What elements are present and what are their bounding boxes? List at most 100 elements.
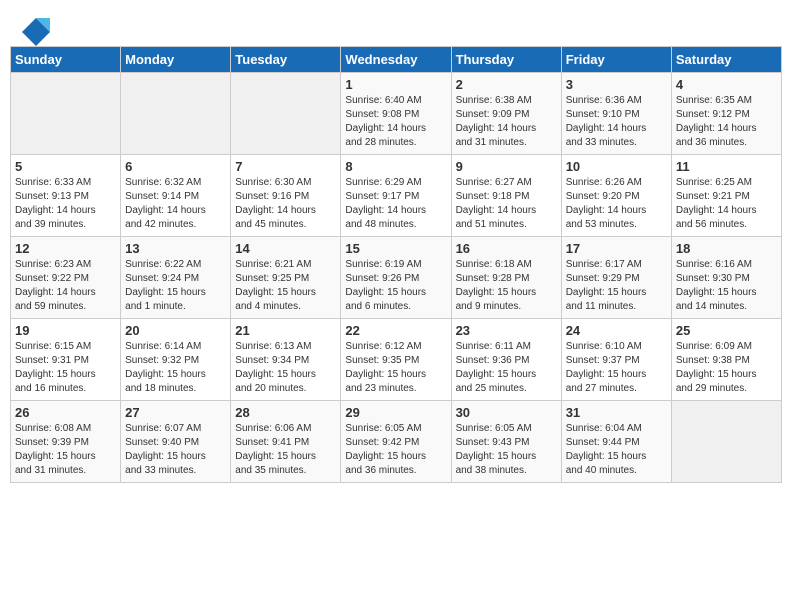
day-header-sunday: Sunday [11,47,121,73]
day-number: 31 [566,405,667,420]
calendar-cell: 4 Sunrise: 6:35 AM Sunset: 9:12 PM Daylig… [671,73,781,155]
day-number: 28 [235,405,336,420]
calendar-cell: 7 Sunrise: 6:30 AM Sunset: 9:16 PM Daylig… [231,155,341,237]
calendar-cell: 22 Sunrise: 6:12 AM Sunset: 9:35 PM Dayli… [341,319,451,401]
day-number: 7 [235,159,336,174]
day-info: Sunrise: 6:06 AM Sunset: 9:41 PM Dayligh… [235,422,336,478]
calendar-cell: 30 Sunrise: 6:05 AM Sunset: 9:43 PM Dayli… [451,401,561,483]
calendar-cell: 28 Sunrise: 6:06 AM Sunset: 9:41 PM Dayli… [231,401,341,483]
calendar-cell: 20 Sunrise: 6:14 AM Sunset: 9:32 PM Dayli… [121,319,231,401]
day-number: 18 [676,241,777,256]
day-number: 8 [345,159,446,174]
day-info: Sunrise: 6:32 AM Sunset: 9:14 PM Dayligh… [125,176,226,232]
calendar-cell: 21Sunrise: 6:13 AM Sunset: 9:34 PM Dayli… [231,319,341,401]
calendar-cell: 8 Sunrise: 6:29 AM Sunset: 9:17 PM Daylig… [341,155,451,237]
day-number: 20 [125,323,226,338]
day-info: Sunrise: 6:29 AM Sunset: 9:17 PM Dayligh… [345,176,446,232]
day-number: 2 [456,77,557,92]
calendar-week-row: 1Sunrise: 6:40 AM Sunset: 9:08 PM Daylig… [11,73,782,155]
calendar-cell: 15 Sunrise: 6:19 AM Sunset: 9:26 PM Dayli… [341,237,451,319]
calendar-cell: 16 Sunrise: 6:18 AM Sunset: 9:28 PM Dayli… [451,237,561,319]
day-info: Sunrise: 6:26 AM Sunset: 9:20 PM Dayligh… [566,176,667,232]
day-number: 26 [15,405,116,420]
calendar-cell: 17 Sunrise: 6:17 AM Sunset: 9:29 PM Dayli… [561,237,671,319]
day-info: Sunrise: 6:19 AM Sunset: 9:26 PM Dayligh… [345,258,446,314]
calendar-cell: 6 Sunrise: 6:32 AM Sunset: 9:14 PM Daylig… [121,155,231,237]
calendar-table: SundayMondayTuesdayWednesdayThursdayFrid… [10,46,782,483]
calendar-cell: 10 Sunrise: 6:26 AM Sunset: 9:20 PM Dayli… [561,155,671,237]
day-info: Sunrise: 6:17 AM Sunset: 9:29 PM Dayligh… [566,258,667,314]
calendar-week-row: 5 Sunrise: 6:33 AM Sunset: 9:13 PM Daylig… [11,155,782,237]
day-number: 21 [235,323,336,338]
day-header-wednesday: Wednesday [341,47,451,73]
day-info: Sunrise: 6:04 AM Sunset: 9:44 PM Dayligh… [566,422,667,478]
day-number: 23 [456,323,557,338]
day-number: 3 [566,77,667,92]
day-header-thursday: Thursday [451,47,561,73]
calendar-week-row: 26 Sunrise: 6:08 AM Sunset: 9:39 PM Dayli… [11,401,782,483]
day-info: Sunrise: 6:16 AM Sunset: 9:30 PM Dayligh… [676,258,777,314]
day-info: Sunrise: 6:38 AM Sunset: 9:09 PM Dayligh… [456,94,557,150]
day-number: 19 [15,323,116,338]
day-info: Sunrise: 6:25 AM Sunset: 9:21 PM Dayligh… [676,176,777,232]
calendar-cell: 24Sunrise: 6:10 AM Sunset: 9:37 PM Dayli… [561,319,671,401]
day-info: Sunrise: 6:14 AM Sunset: 9:32 PM Dayligh… [125,340,226,396]
day-number: 30 [456,405,557,420]
day-header-friday: Friday [561,47,671,73]
calendar-cell: 9 Sunrise: 6:27 AM Sunset: 9:18 PM Daylig… [451,155,561,237]
day-number: 29 [345,405,446,420]
page-header [10,10,782,42]
day-number: 11 [676,159,777,174]
day-number: 16 [456,241,557,256]
day-info: Sunrise: 6:27 AM Sunset: 9:18 PM Dayligh… [456,176,557,232]
day-info: Sunrise: 6:07 AM Sunset: 9:40 PM Dayligh… [125,422,226,478]
day-header-saturday: Saturday [671,47,781,73]
day-info: Sunrise: 6:08 AM Sunset: 9:39 PM Dayligh… [15,422,116,478]
day-info: Sunrise: 6:30 AM Sunset: 9:16 PM Dayligh… [235,176,336,232]
day-info: Sunrise: 6:35 AM Sunset: 9:12 PM Dayligh… [676,94,777,150]
day-number: 17 [566,241,667,256]
day-number: 27 [125,405,226,420]
calendar-cell: 14 Sunrise: 6:21 AM Sunset: 9:25 PM Dayli… [231,237,341,319]
day-info: Sunrise: 6:36 AM Sunset: 9:10 PM Dayligh… [566,94,667,150]
calendar-cell: 3 Sunrise: 6:36 AM Sunset: 9:10 PM Daylig… [561,73,671,155]
logo [20,18,50,38]
day-number: 9 [456,159,557,174]
calendar-cell: 29Sunrise: 6:05 AM Sunset: 9:42 PM Dayli… [341,401,451,483]
day-info: Sunrise: 6:33 AM Sunset: 9:13 PM Dayligh… [15,176,116,232]
calendar-cell: 11 Sunrise: 6:25 AM Sunset: 9:21 PM Dayli… [671,155,781,237]
calendar-cell: 27 Sunrise: 6:07 AM Sunset: 9:40 PM Dayli… [121,401,231,483]
calendar-week-row: 12 Sunrise: 6:23 AM Sunset: 9:22 PM Dayli… [11,237,782,319]
day-info: Sunrise: 6:12 AM Sunset: 9:35 PM Dayligh… [345,340,446,396]
calendar-cell [671,401,781,483]
day-number: 4 [676,77,777,92]
day-info: Sunrise: 6:11 AM Sunset: 9:36 PM Dayligh… [456,340,557,396]
calendar-cell: 1Sunrise: 6:40 AM Sunset: 9:08 PM Daylig… [341,73,451,155]
calendar-cell: 2 Sunrise: 6:38 AM Sunset: 9:09 PM Daylig… [451,73,561,155]
calendar-cell [11,73,121,155]
calendar-cell: 13Sunrise: 6:22 AM Sunset: 9:24 PM Dayli… [121,237,231,319]
day-number: 6 [125,159,226,174]
day-info: Sunrise: 6:21 AM Sunset: 9:25 PM Dayligh… [235,258,336,314]
day-number: 12 [15,241,116,256]
day-info: Sunrise: 6:18 AM Sunset: 9:28 PM Dayligh… [456,258,557,314]
calendar-cell [121,73,231,155]
day-info: Sunrise: 6:15 AM Sunset: 9:31 PM Dayligh… [15,340,116,396]
day-info: Sunrise: 6:23 AM Sunset: 9:22 PM Dayligh… [15,258,116,314]
calendar-cell: 12 Sunrise: 6:23 AM Sunset: 9:22 PM Dayli… [11,237,121,319]
day-number: 14 [235,241,336,256]
day-number: 24 [566,323,667,338]
day-header-tuesday: Tuesday [231,47,341,73]
calendar-cell: 5 Sunrise: 6:33 AM Sunset: 9:13 PM Daylig… [11,155,121,237]
day-number: 22 [345,323,446,338]
calendar-week-row: 19 Sunrise: 6:15 AM Sunset: 9:31 PM Dayli… [11,319,782,401]
calendar-cell [231,73,341,155]
calendar-cell: 23 Sunrise: 6:11 AM Sunset: 9:36 PM Dayli… [451,319,561,401]
day-info: Sunrise: 6:05 AM Sunset: 9:43 PM Dayligh… [456,422,557,478]
day-info: Sunrise: 6:09 AM Sunset: 9:38 PM Dayligh… [676,340,777,396]
day-number: 5 [15,159,116,174]
calendar-header-row: SundayMondayTuesdayWednesdayThursdayFrid… [11,47,782,73]
day-number: 10 [566,159,667,174]
day-number: 15 [345,241,446,256]
logo-icon [22,18,50,46]
